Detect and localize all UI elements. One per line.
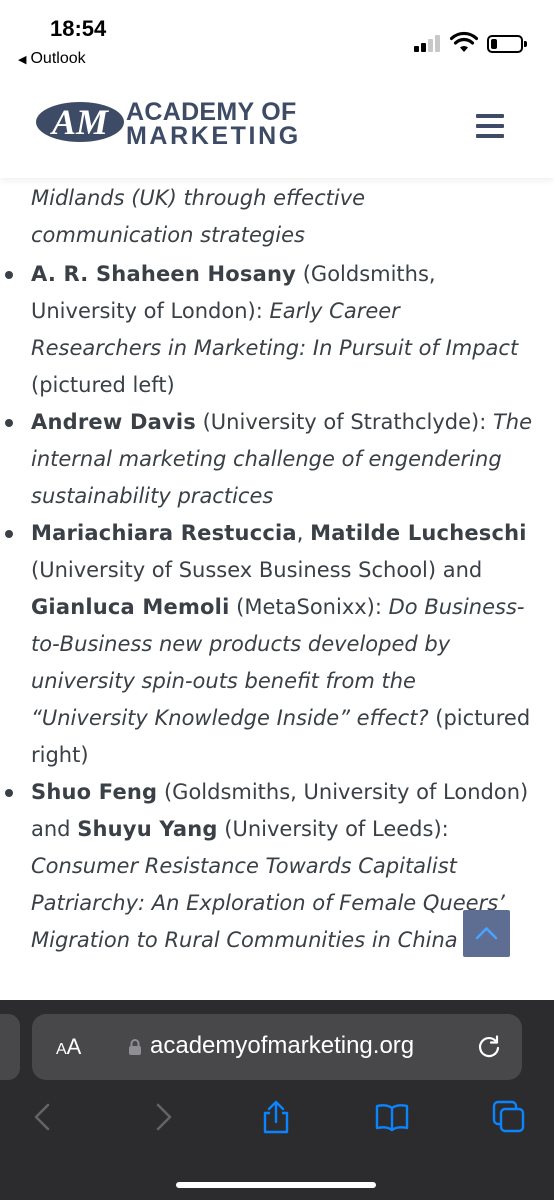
text-size-small-glyph: A bbox=[56, 1041, 67, 1058]
chevron-up-icon bbox=[475, 927, 498, 940]
photo-note: (pictured left) bbox=[31, 373, 175, 397]
author-name: A. R. Shaheen Hosany bbox=[31, 262, 297, 286]
author-name: Mariachiara Restuccia bbox=[31, 521, 297, 545]
share-icon[interactable] bbox=[259, 1100, 293, 1134]
logo-line-1: ACADEMY OF bbox=[126, 98, 297, 126]
logo-line-2: MARKETING bbox=[126, 122, 301, 150]
battery-icon bbox=[487, 35, 527, 53]
back-app-label: Outlook bbox=[30, 50, 86, 67]
author-name: Shuo Feng bbox=[31, 780, 158, 804]
list-item: Andrew Davis (University of Strathclyde)… bbox=[0, 404, 554, 515]
forward-arrow-icon[interactable] bbox=[146, 1100, 180, 1134]
back-triangle-icon: ◀ bbox=[18, 54, 27, 66]
bookmarks-icon[interactable] bbox=[375, 1100, 409, 1134]
status-bar: 18:54 ◀ Outlook bbox=[0, 0, 554, 76]
author-separator: , bbox=[296, 521, 311, 545]
hamburger-menu-icon[interactable] bbox=[476, 114, 504, 138]
list-item: A. R. Shaheen Hosany (Goldsmiths, Univer… bbox=[0, 256, 554, 404]
back-arrow-icon[interactable] bbox=[26, 1100, 60, 1134]
previous-tab-peek[interactable] bbox=[0, 1014, 20, 1080]
wifi-icon bbox=[450, 31, 478, 52]
affiliation: (University of Leeds): bbox=[217, 817, 449, 841]
author-name: Andrew Davis bbox=[31, 410, 196, 434]
author-name: Shuyu Yang bbox=[77, 817, 218, 841]
status-time: 18:54 bbox=[50, 16, 107, 41]
bullet-icon bbox=[5, 271, 13, 279]
author-name: Matilde Lucheschi bbox=[310, 521, 527, 545]
scroll-to-top-button[interactable] bbox=[463, 910, 510, 957]
browser-toolbar: AA academyofmarketing.org bbox=[0, 1000, 554, 1200]
text-size-large-glyph: A bbox=[66, 1034, 82, 1059]
lock-icon bbox=[129, 1039, 141, 1055]
home-indicator[interactable] bbox=[176, 1182, 376, 1188]
site-logo-text[interactable]: ACADEMY OF MARKETING bbox=[126, 98, 301, 150]
reload-icon[interactable] bbox=[476, 1034, 502, 1060]
address-bar[interactable]: AA academyofmarketing.org bbox=[32, 1014, 522, 1080]
url-text: academyofmarketing.org bbox=[150, 1032, 415, 1059]
presentation-list: A. R. Shaheen Hosany (Goldsmiths, Univer… bbox=[0, 256, 554, 959]
affiliation: (MetaSonixx): bbox=[229, 595, 389, 619]
affiliation: (University of Strathclyde): bbox=[195, 410, 493, 434]
author-name: Gianluca Memoli bbox=[31, 595, 230, 619]
cellular-signal-icon bbox=[414, 34, 444, 52]
bullet-icon bbox=[5, 419, 13, 427]
site-header: AM ACADEMY OF MARKETING bbox=[0, 76, 554, 178]
presentation-title: Consumer Resistance Towards Capitalist P… bbox=[31, 854, 505, 952]
svg-text:AM: AM bbox=[50, 102, 110, 142]
list-item: Mariachiara Restuccia, Matilde Lucheschi… bbox=[0, 515, 554, 774]
academy-logo-icon[interactable]: AM bbox=[34, 100, 126, 144]
back-to-app-link[interactable]: ◀ Outlook bbox=[18, 50, 86, 68]
text-size-button[interactable]: AA bbox=[56, 1034, 81, 1060]
article-content: Midlands (UK) through effective communic… bbox=[0, 178, 554, 1000]
bullet-icon bbox=[5, 530, 13, 538]
bullet-icon bbox=[5, 789, 13, 797]
affiliation: (University of Sussex Business School) a… bbox=[31, 558, 483, 582]
entry-title-continuation: Midlands (UK) through effective communic… bbox=[31, 186, 366, 247]
tabs-icon[interactable] bbox=[492, 1100, 526, 1134]
